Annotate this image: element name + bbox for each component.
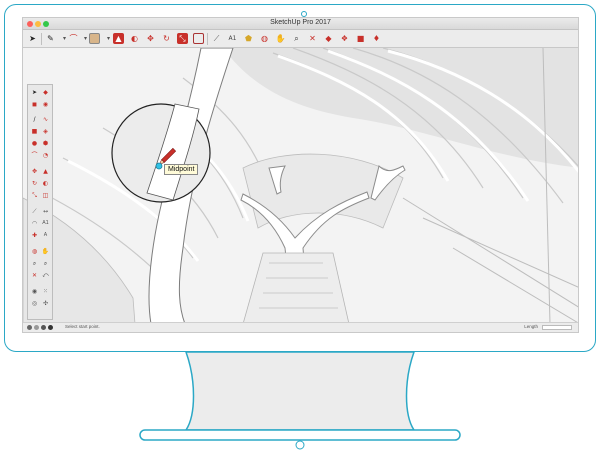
tape-measure-icon[interactable]: ⟋: [30, 207, 39, 216]
follow-me-icon[interactable]: ◐: [129, 33, 140, 44]
select-icon[interactable]: ➤: [30, 88, 39, 97]
pan-icon[interactable]: ✋: [41, 247, 50, 256]
3d-text-icon[interactable]: A: [41, 231, 50, 240]
freehand-icon[interactable]: ∿: [41, 115, 50, 124]
model-viewport[interactable]: ➤ ◆ ◼ ◉ / ∿ ■ ◈ ● ⬢ ⌒ ◔ ✥ ▲ ↻ ◐ ⤡ ◫ ⟋ ↔ …: [23, 48, 578, 324]
text-icon[interactable]: A1: [227, 33, 238, 44]
arc-icon[interactable]: ⌒: [68, 33, 79, 44]
rotate-icon[interactable]: ↻: [161, 33, 172, 44]
paint-bucket-icon[interactable]: ⬟: [243, 33, 254, 44]
zoom-window-icon[interactable]: ⌕: [41, 259, 50, 268]
offset-icon[interactable]: [193, 33, 204, 44]
zoom-extents-icon[interactable]: ✕: [307, 33, 318, 44]
previous-view-icon[interactable]: ⤺: [41, 271, 50, 280]
paint-icon[interactable]: ◉: [41, 100, 50, 109]
orbit-icon[interactable]: ◍: [30, 247, 39, 256]
protractor-icon[interactable]: ◠: [30, 219, 39, 228]
axes-icon[interactable]: ✚: [30, 231, 39, 240]
help-icon[interactable]: [48, 325, 53, 330]
architectural-model: [23, 48, 578, 324]
pan-icon[interactable]: ✋: [275, 33, 286, 44]
select-icon[interactable]: ➤: [27, 33, 38, 44]
window-title: SketchUp Pro 2017: [270, 19, 331, 26]
circle-icon[interactable]: ●: [30, 139, 39, 148]
component-icon[interactable]: ◼: [30, 100, 39, 109]
zoom-icon[interactable]: ⌕: [30, 259, 39, 268]
line-icon[interactable]: /: [30, 115, 39, 124]
measurements-input[interactable]: [542, 325, 572, 330]
measurements-label: Length: [524, 324, 538, 329]
status-bar: Select start point. Length: [23, 322, 578, 332]
rectangle-icon[interactable]: ■: [30, 127, 39, 136]
push-pull-icon[interactable]: ▲: [113, 33, 124, 44]
tool-palette: ➤ ◆ ◼ ◉ / ∿ ■ ◈ ● ⬢ ⌒ ◔ ✥ ▲ ↻ ◐ ⤡ ◫ ⟋ ↔ …: [27, 84, 53, 320]
rotate-icon[interactable]: ↻: [30, 179, 39, 188]
inference-tooltip: Midpoint: [164, 164, 199, 175]
follow-me-icon[interactable]: ◐: [41, 179, 50, 188]
zoom-extents-icon[interactable]: ✕: [30, 271, 39, 280]
push-pull-icon[interactable]: ▲: [41, 167, 50, 176]
toolbar-divider: [207, 33, 208, 45]
walk-icon[interactable]: ⁙: [41, 287, 50, 296]
toolbar-divider: [41, 33, 42, 45]
scale-icon[interactable]: ⤡: [177, 33, 188, 44]
tape-measure-icon[interactable]: ⟋: [211, 33, 222, 44]
main-toolbar: ➤ ✎ ▾ ⌒ ▾ ▾ ▲ ◐ ✥ ↻ ⤡ ⟋ A1 ⬟ ◍ ✋ ⌕ ✕ ◆ ❖…: [23, 30, 578, 48]
title-bar: SketchUp Pro 2017: [23, 18, 578, 30]
rotated-rectangle-icon[interactable]: ◈: [41, 127, 50, 136]
extension-warehouse-icon[interactable]: ❖: [339, 33, 350, 44]
ruby-icon[interactable]: ♦: [371, 33, 382, 44]
text-icon[interactable]: A1: [41, 219, 50, 228]
section-plane-icon[interactable]: ✣: [41, 299, 50, 308]
position-camera-icon[interactable]: ◉: [30, 287, 39, 296]
sketchup-window: SketchUp Pro 2017 ➤ ✎ ▾ ⌒ ▾ ▾ ▲ ◐ ✥ ↻ ⤡ …: [22, 17, 579, 333]
zoom-icon[interactable]: ⌕: [291, 33, 302, 44]
move-icon[interactable]: ✥: [30, 167, 39, 176]
dimension-icon[interactable]: ↔: [41, 207, 50, 216]
pie-icon[interactable]: ◔: [41, 151, 50, 160]
eraser-icon[interactable]: ◆: [41, 88, 50, 97]
status-hint: Select start point.: [65, 324, 100, 329]
geo-location-icon[interactable]: [27, 325, 32, 330]
offset-icon[interactable]: ◫: [41, 191, 50, 200]
rectangle-icon[interactable]: [89, 33, 100, 44]
warehouse-icon[interactable]: ◆: [323, 33, 334, 44]
scale-icon[interactable]: ⤡: [30, 191, 39, 200]
look-around-icon[interactable]: ◎: [30, 299, 39, 308]
credits-icon[interactable]: [34, 325, 39, 330]
move-icon[interactable]: ✥: [145, 33, 156, 44]
user-icon[interactable]: [41, 325, 46, 330]
orbit-icon[interactable]: ◍: [259, 33, 270, 44]
arc-icon[interactable]: ⌒: [30, 151, 39, 160]
layout-icon[interactable]: ■: [355, 33, 366, 44]
polygon-icon[interactable]: ⬢: [41, 139, 50, 148]
line-icon[interactable]: ✎: [45, 33, 56, 44]
